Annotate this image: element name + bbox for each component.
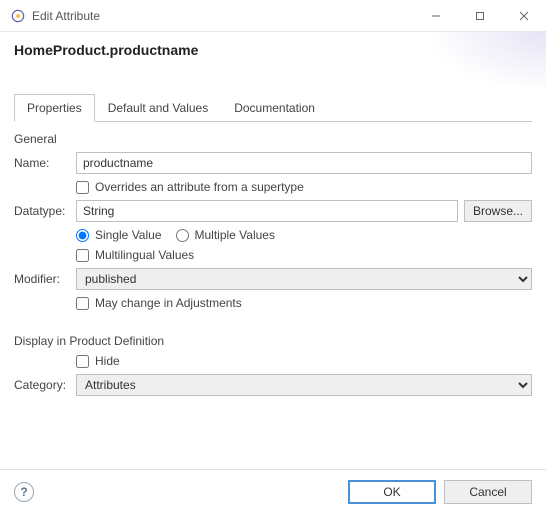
multilingual-checkbox-wrap[interactable]: Multilingual Values [76,248,194,262]
hide-checkbox-wrap[interactable]: Hide [76,354,120,368]
tab-documentation[interactable]: Documentation [221,94,328,122]
may-change-checkbox-wrap[interactable]: May change in Adjustments [76,296,242,310]
tab-bar: Properties Default and Values Documentat… [14,94,532,122]
single-value-radio-wrap[interactable]: Single Value [76,228,162,242]
window-title: Edit Attribute [32,9,100,23]
datatype-input[interactable] [76,200,458,222]
app-icon [10,8,26,24]
browse-button[interactable]: Browse... [464,200,532,222]
titlebar: Edit Attribute [0,0,546,32]
help-icon[interactable]: ? [14,482,34,502]
hide-checkbox[interactable] [76,355,89,368]
hide-label: Hide [95,354,120,368]
overrides-label: Overrides an attribute from a supertype [95,180,304,194]
single-value-label: Single Value [95,228,162,242]
multilingual-label: Multilingual Values [95,248,194,262]
category-label: Category: [14,378,76,392]
modifier-label: Modifier: [14,272,76,286]
category-select[interactable]: Attributes [76,374,532,396]
maximize-button[interactable] [458,0,502,32]
name-label: Name: [14,156,76,170]
cancel-button[interactable]: Cancel [444,480,532,504]
multiple-values-radio[interactable] [176,229,189,242]
multiple-values-radio-wrap[interactable]: Multiple Values [176,228,275,242]
modifier-select[interactable]: published [76,268,532,290]
properties-form: General Name: Overrides an attribute fro… [14,122,532,410]
dialog-footer: ? OK Cancel [0,469,546,516]
multiple-values-label: Multiple Values [195,228,275,242]
multilingual-checkbox[interactable] [76,249,89,262]
may-change-label: May change in Adjustments [95,296,242,310]
overrides-checkbox[interactable] [76,181,89,194]
dialog-header: HomeProduct.productname [0,32,546,66]
tab-default-values[interactable]: Default and Values [95,94,222,122]
minimize-button[interactable] [414,0,458,32]
general-section-label: General [14,132,532,146]
display-section-label: Display in Product Definition [14,334,532,348]
name-input[interactable] [76,152,532,174]
close-button[interactable] [502,0,546,32]
may-change-checkbox[interactable] [76,297,89,310]
overrides-checkbox-wrap[interactable]: Overrides an attribute from a supertype [76,180,304,194]
datatype-label: Datatype: [14,204,76,218]
tab-properties[interactable]: Properties [14,94,95,122]
window-controls [414,0,546,31]
single-value-radio[interactable] [76,229,89,242]
page-title: HomeProduct.productname [14,42,532,58]
ok-button[interactable]: OK [348,480,436,504]
